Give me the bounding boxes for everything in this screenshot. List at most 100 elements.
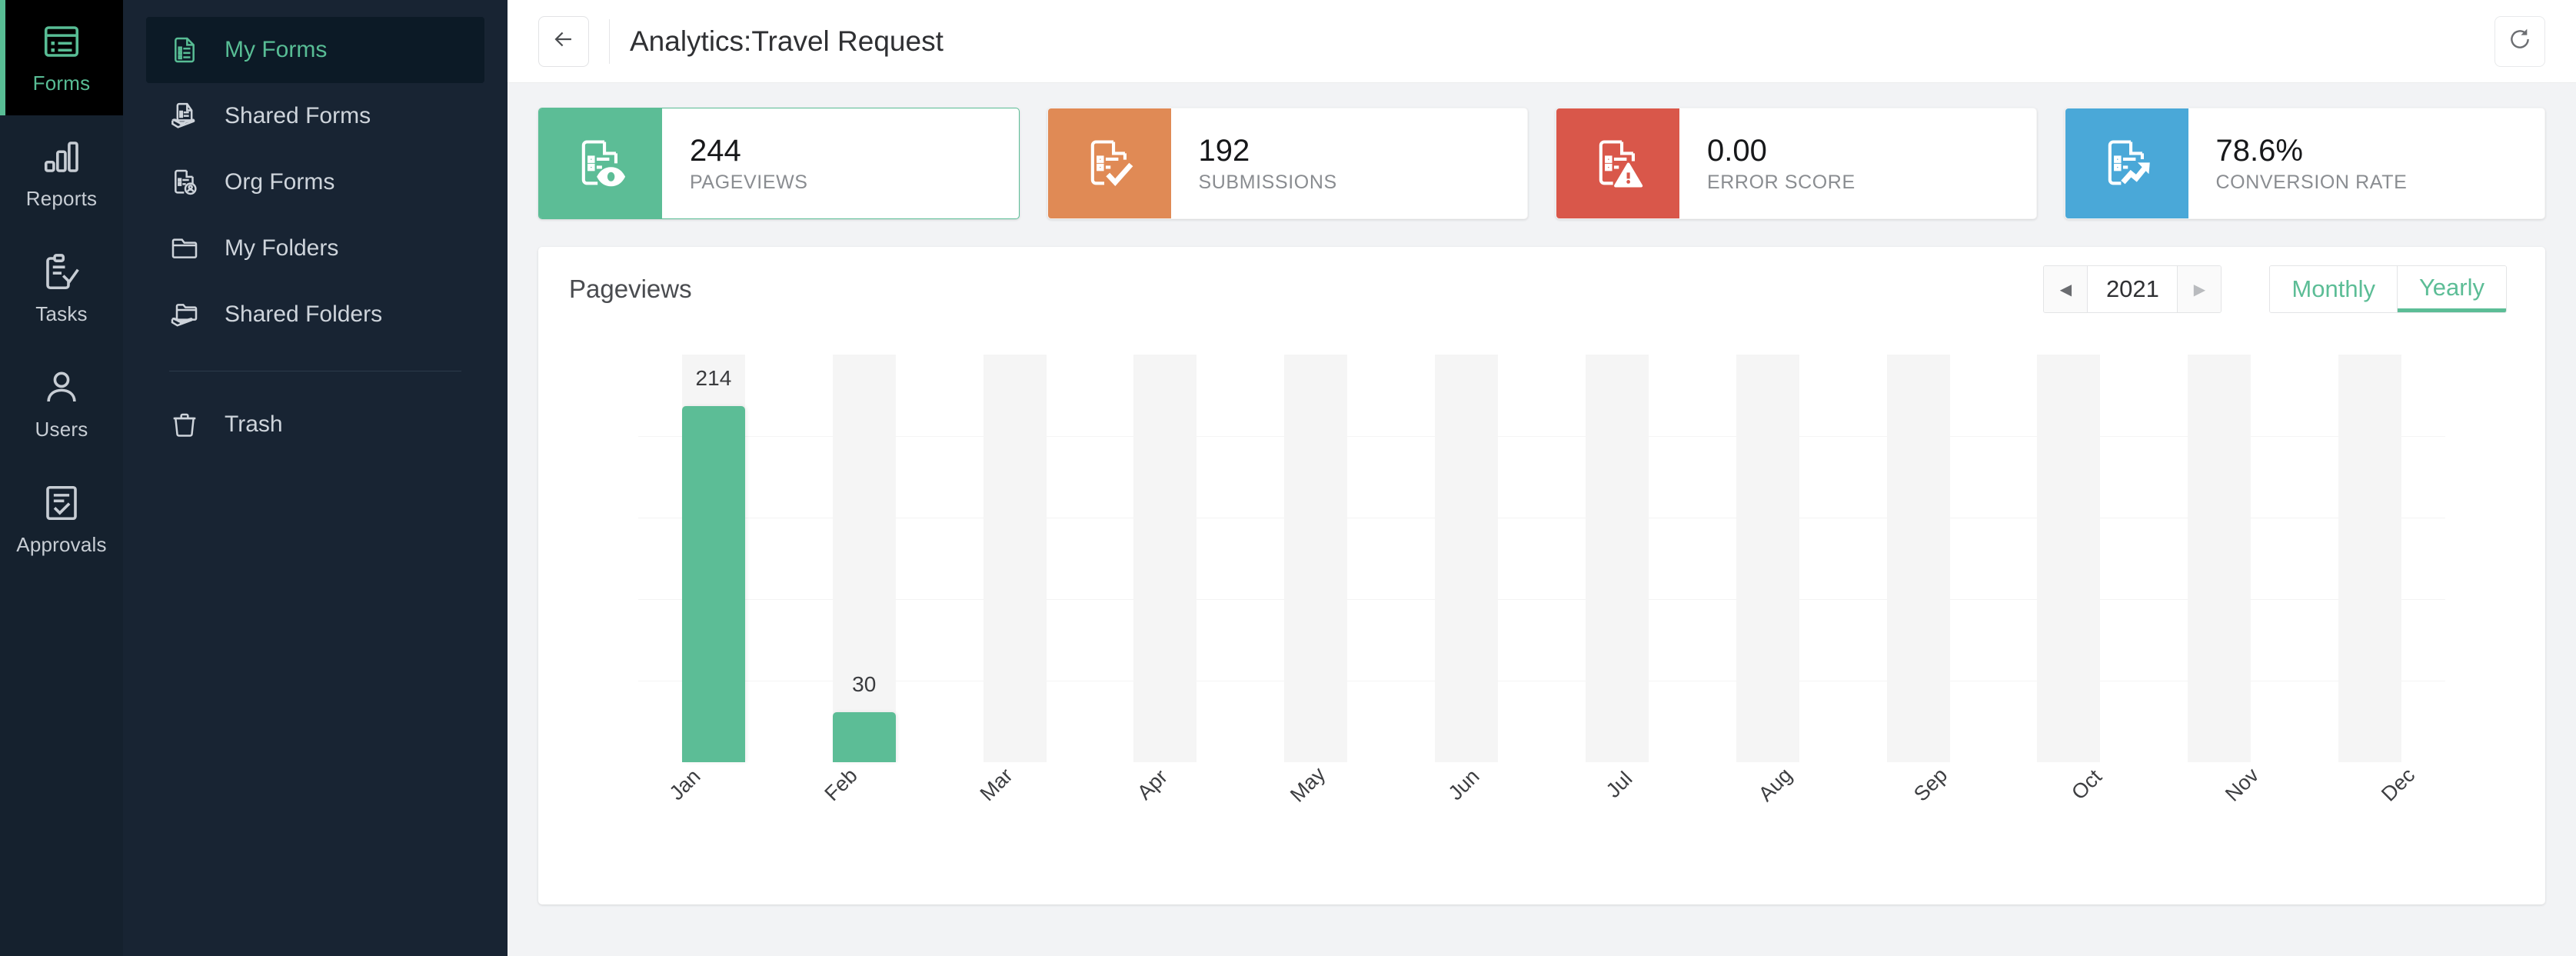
tasks-icon xyxy=(41,251,82,293)
chart-bars: 214 30 xyxy=(638,355,2445,762)
year-value[interactable]: 2021 xyxy=(2087,266,2178,312)
document-eye-icon xyxy=(539,108,662,218)
chart-x-tick-cell: Jan xyxy=(607,762,764,847)
chart-x-tick-cell: Oct xyxy=(2009,762,2165,847)
chart-bar-track xyxy=(2188,355,2252,762)
chart-x-tick-cell: Sep xyxy=(1853,762,2009,847)
stat-card-error-score[interactable]: 0.00 ERROR SCORE xyxy=(1556,108,2037,219)
chart-x-tick-label: Dec xyxy=(2376,763,2419,806)
chart-x-tick-cell: Nov xyxy=(2165,762,2321,847)
folder-shared-icon xyxy=(168,298,201,331)
sidebar-item-label: Shared Folders xyxy=(225,301,383,327)
app-root: Forms Reports Tasks Users Approvals My F… xyxy=(0,0,2576,956)
stat-value: 192 xyxy=(1198,133,1250,168)
chart-bar[interactable]: 214 xyxy=(681,366,745,762)
chart-bar-cell[interactable] xyxy=(940,355,1090,762)
chart-panel-header: Pageviews ◀ 2021 ▶ Monthly Yearly xyxy=(538,247,2545,331)
sidebar-item-label: Shared Forms xyxy=(225,103,371,128)
stat-card-body: 192 SUBMISSIONS xyxy=(1171,108,1528,218)
chart-bar-cell[interactable]: 30 xyxy=(789,355,940,762)
stat-card-body: 78.6% CONVERSION RATE xyxy=(2188,108,2545,218)
rail-item-forms[interactable]: Forms xyxy=(0,0,123,115)
stat-value: 78.6% xyxy=(2215,133,2303,168)
sidebar-item-label: Org Forms xyxy=(225,169,335,195)
rail-item-label: Users xyxy=(35,417,88,441)
sidebar-item-label: My Forms xyxy=(225,37,328,62)
chart-bar-track xyxy=(1133,355,1197,762)
back-button[interactable] xyxy=(538,15,589,67)
folder-icon xyxy=(168,232,201,265)
chart-bar-cell[interactable] xyxy=(2144,355,2295,762)
chart-bar-track xyxy=(983,355,1047,762)
chart-x-tick-label: Aug xyxy=(1753,763,1796,806)
rail-item-label: Forms xyxy=(32,71,91,95)
document-user-icon xyxy=(168,165,201,199)
topbar-divider xyxy=(609,18,610,64)
chart-x-tick-cell: Dec xyxy=(2321,762,2477,847)
chart-area: 214 30 Jan Feb Mar Apr May Jun Jul Aug Sep Oct Nov D… xyxy=(538,331,2545,904)
stat-card-row: 244 PAGEVIEWS 192 SUBMISSIONS 0.00 ERROR… xyxy=(538,108,2545,219)
sidebar-item-shared-forms[interactable]: Shared Forms xyxy=(146,83,484,149)
chart-bar-track xyxy=(1284,355,1348,762)
stat-card-submissions[interactable]: 192 SUBMISSIONS xyxy=(1047,108,1528,219)
sidebar-item-trash[interactable]: Trash xyxy=(146,391,484,458)
main-content: 244 PAGEVIEWS 192 SUBMISSIONS 0.00 ERROR… xyxy=(508,83,2576,956)
primary-nav-rail: Forms Reports Tasks Users Approvals xyxy=(0,0,123,956)
rail-item-tasks[interactable]: Tasks xyxy=(0,231,123,346)
sidebar-item-label: Trash xyxy=(225,411,283,437)
main-area: Analytics:Travel Request 244 PAGEVIEWS 1… xyxy=(508,0,2576,956)
chart-bar-cell[interactable] xyxy=(1993,355,2144,762)
year-next-button[interactable]: ▶ xyxy=(2178,266,2222,312)
rail-item-approvals[interactable]: Approvals xyxy=(0,461,123,577)
range-toggle-yearly[interactable]: Yearly xyxy=(2397,266,2506,312)
stat-card-conversion-rate[interactable]: 78.6% CONVERSION RATE xyxy=(2064,108,2545,219)
sidebar-item-my-folders[interactable]: My Folders xyxy=(146,215,484,281)
chart-bar-cell[interactable] xyxy=(1391,355,1542,762)
rail-item-reports[interactable]: Reports xyxy=(0,115,123,231)
chart-bar-cell[interactable]: 214 xyxy=(638,355,789,762)
chart-bar-cell[interactable] xyxy=(1692,355,1843,762)
chart-bar-value-label: 30 xyxy=(852,672,877,697)
chart-bar-cell[interactable] xyxy=(1542,355,1692,762)
document-alert-icon xyxy=(1556,108,1679,218)
caret-right-icon: ▶ xyxy=(2193,281,2206,298)
chart-bar-cell[interactable] xyxy=(2295,355,2445,762)
sidebar-item-org-forms[interactable]: Org Forms xyxy=(146,149,484,215)
stat-card-body: 244 PAGEVIEWS xyxy=(662,108,1019,218)
chart-x-tick-label: Oct xyxy=(2066,764,2106,804)
chart-x-tick-label: Feb xyxy=(820,764,862,806)
chart-bar[interactable]: 30 xyxy=(832,672,896,762)
document-trend-icon xyxy=(2065,108,2188,218)
chart-x-tick-label: Sep xyxy=(1909,763,1952,806)
page-title: Analytics:Travel Request xyxy=(630,25,944,57)
stat-label: SUBMISSIONS xyxy=(1198,171,1337,193)
forms-icon xyxy=(41,21,82,62)
year-prev-button[interactable]: ◀ xyxy=(2044,266,2088,312)
chart-bar-cell[interactable] xyxy=(1090,355,1240,762)
trash-icon xyxy=(168,408,201,441)
range-toggle-monthly[interactable]: Monthly xyxy=(2270,266,2398,312)
chart-bar-track xyxy=(2037,355,2101,762)
chart-x-tick-label: Jul xyxy=(1602,767,1637,802)
chart-x-tick-cell: Jul xyxy=(1542,762,1698,847)
stat-card-pageviews[interactable]: 244 PAGEVIEWS xyxy=(538,108,1020,219)
sidebar-item-my-forms[interactable]: My Forms xyxy=(146,17,484,83)
stat-label: PAGEVIEWS xyxy=(690,171,808,193)
year-stepper: ◀ 2021 ▶ xyxy=(2043,265,2222,313)
caret-left-icon: ◀ xyxy=(2059,281,2072,298)
chart-x-tick-label: Mar xyxy=(975,764,1017,806)
sidebar-item-label: My Folders xyxy=(225,235,339,261)
stat-value: 0.00 xyxy=(1707,133,1767,168)
pageviews-chart-panel: Pageviews ◀ 2021 ▶ Monthly Yearly 214 30… xyxy=(538,247,2545,904)
sidebar-item-shared-folders[interactable]: Shared Folders xyxy=(146,281,484,348)
chart-x-tick-cell: Aug xyxy=(1698,762,1854,847)
chart-bar-track xyxy=(832,355,896,762)
chart-x-tick-label: Jun xyxy=(1443,764,1484,805)
chart-bar-cell[interactable] xyxy=(1240,355,1391,762)
rail-item-users[interactable]: Users xyxy=(0,346,123,461)
chart-x-tick-cell: Mar xyxy=(919,762,1075,847)
chart-bar-track xyxy=(1736,355,1799,762)
chart-bar-cell[interactable] xyxy=(1843,355,1994,762)
chart-x-tick-label: Jan xyxy=(664,764,705,805)
refresh-button[interactable] xyxy=(2494,15,2545,67)
